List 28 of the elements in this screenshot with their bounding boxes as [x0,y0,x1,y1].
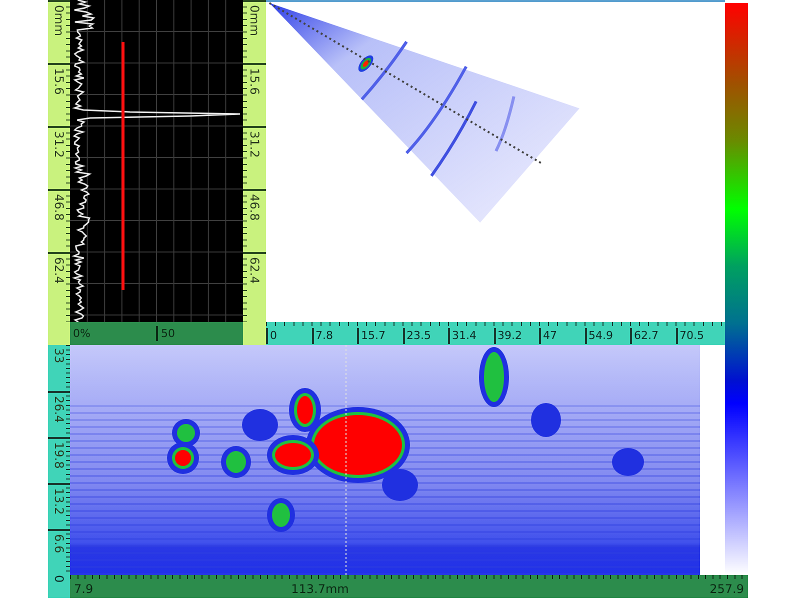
ruler-label: 7.9 [73,582,94,598]
ruler-label: 62.4 [248,256,260,286]
ruler-label: 0 [52,575,66,585]
indication-blob [221,446,251,478]
ruler-label: 46.8 [53,193,65,223]
ruler-label: 15.6 [248,67,260,97]
indication-blob [172,419,200,447]
ruler-label: 13.2 [53,487,65,517]
ruler-label: 0mm [248,4,260,38]
ruler-label: 19.8 [53,441,65,471]
ruler-label: 62.4 [53,256,65,286]
ruler-label: 33 [53,347,65,366]
indication-blob [267,498,295,532]
ruler-label: 0mm [53,4,65,38]
indication-blob [531,403,561,437]
ruler-label: 31.2 [248,130,260,160]
ruler-label: 6.6 [53,533,65,556]
ruler-label: 0% [72,326,92,341]
indication-blob [167,442,199,474]
ruler-label: 257.9 [708,582,745,598]
indication-blob [612,448,644,476]
gate-line[interactable] [122,42,124,290]
ruler-label: 46.8 [248,193,260,223]
ruler-label: 15.6 [53,67,65,97]
ruler-label: 113.7mm [290,582,350,598]
indication-blob [479,347,509,407]
ruler-label: 26.4 [53,395,65,425]
ruler-label: 31.2 [53,130,65,160]
